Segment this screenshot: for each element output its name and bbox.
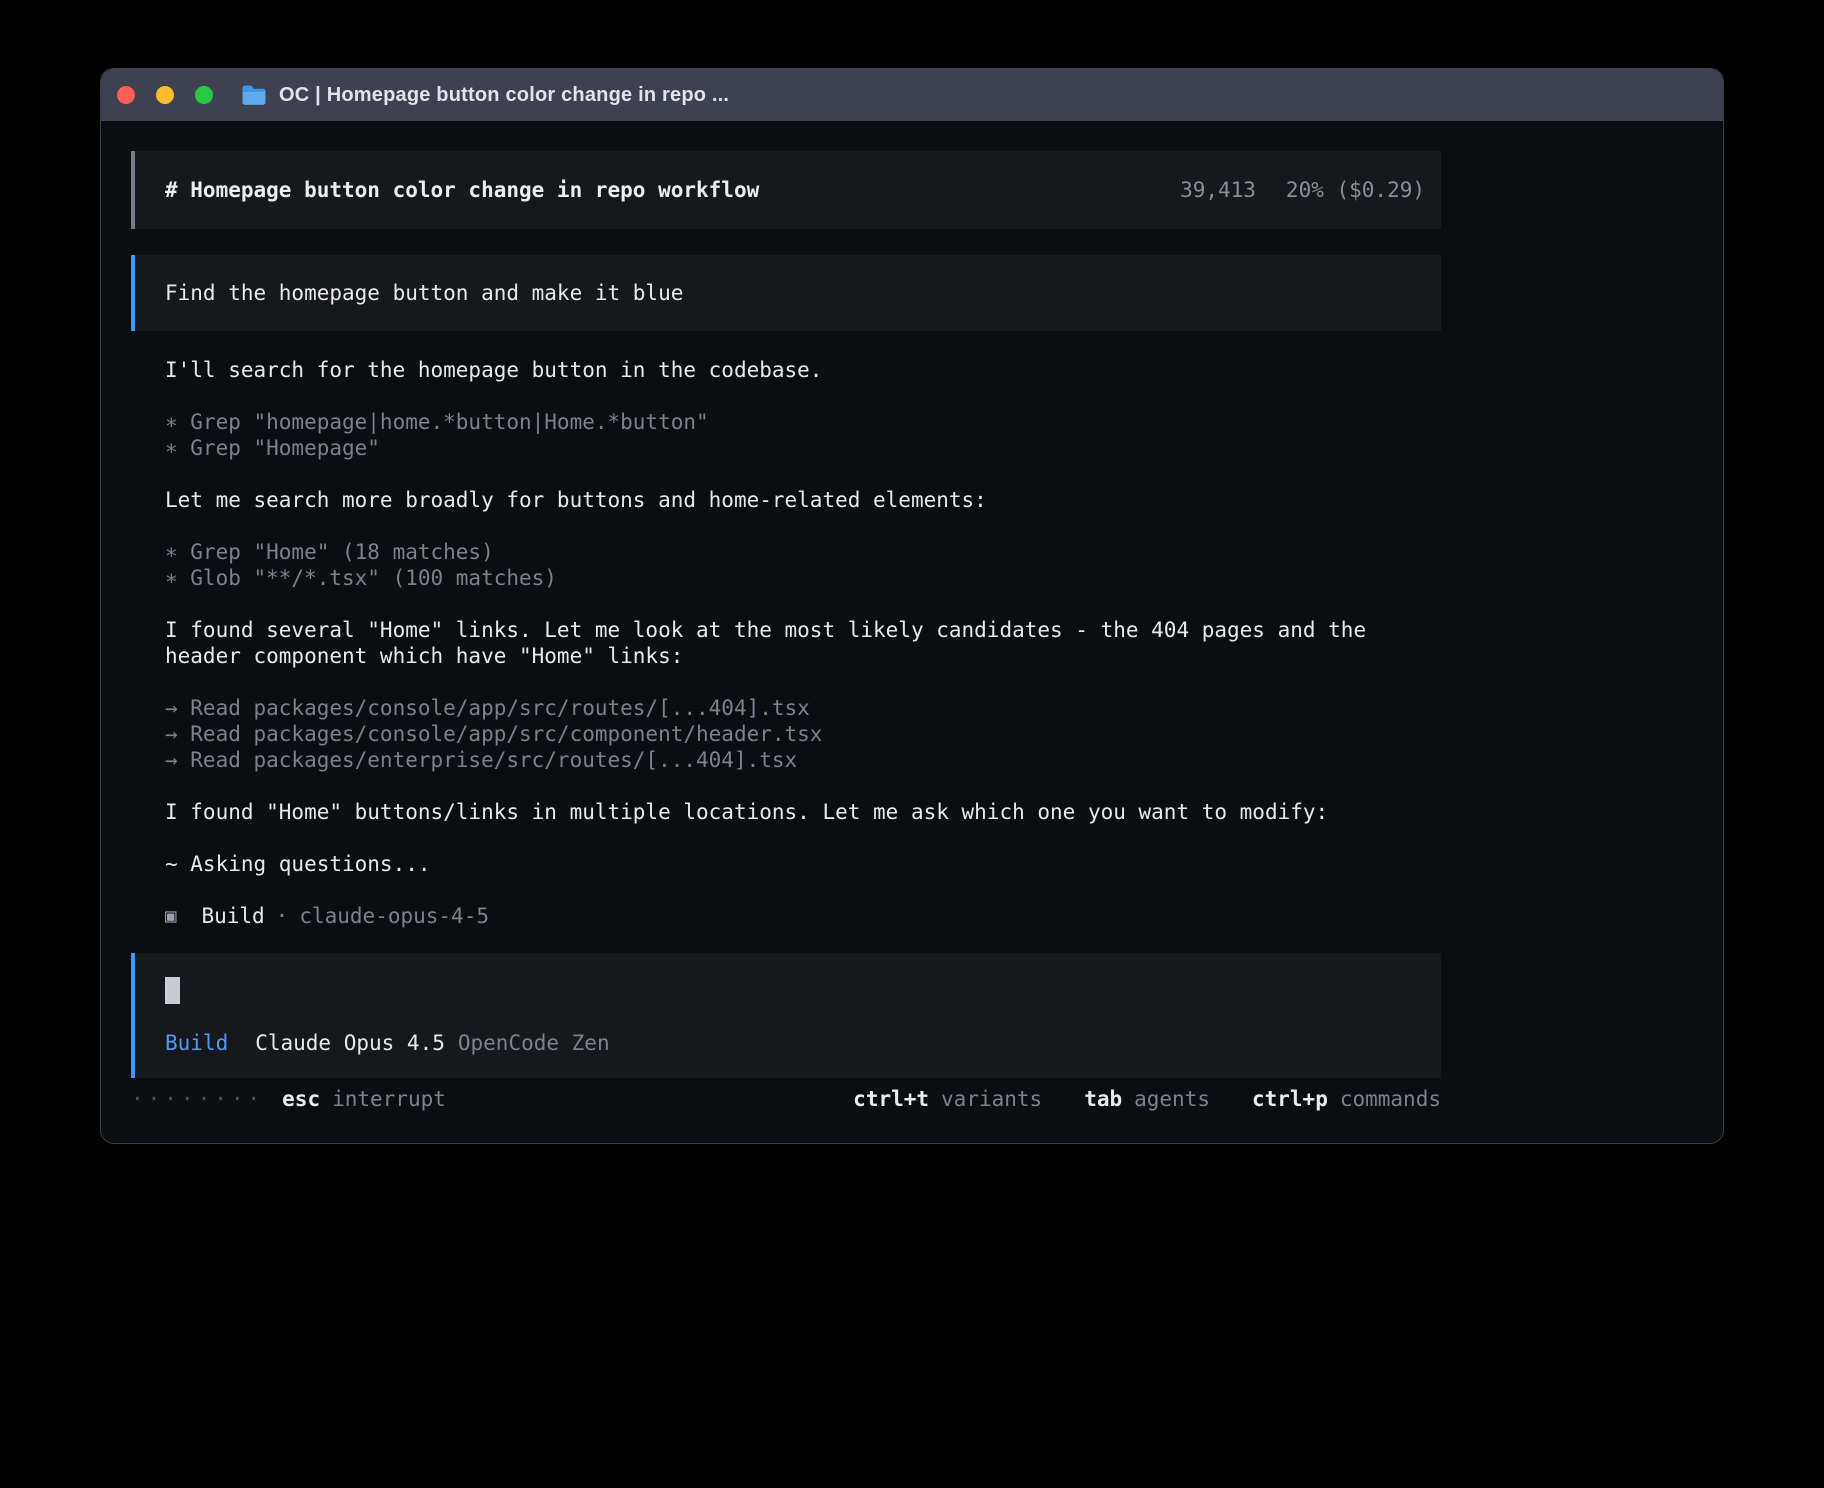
session-title: # Homepage button color change in repo w… [165, 177, 759, 203]
text-cursor [165, 977, 180, 1004]
commands-shortcut[interactable]: ctrl+p commands [1252, 1086, 1441, 1112]
input-footer: Build Claude Opus 4.5 OpenCode Zen [165, 1030, 1411, 1056]
user-message-text: Find the homepage button and make it blu… [165, 280, 683, 306]
assistant-text: I'll search for the homepage button in t… [165, 357, 1441, 383]
terminal-body: # Homepage button color change in repo w… [101, 121, 1723, 1112]
variants-label: variants [941, 1086, 1042, 1112]
zoom-button[interactable] [195, 86, 213, 104]
tool-call-grep: ∗ Grep "Homepage" [165, 435, 1441, 461]
assistant-text: Let me search more broadly for buttons a… [165, 487, 1441, 513]
agent-name: Build [201, 903, 264, 929]
model-indicator[interactable]: Claude Opus 4.5 [255, 1030, 445, 1056]
assistant-text: I found several "Home" links. Let me loo… [165, 617, 1441, 669]
traffic-lights [117, 86, 213, 104]
agents-shortcut[interactable]: tab agents [1084, 1086, 1210, 1112]
tool-call-read: → Read packages/enterprise/src/routes/[.… [165, 747, 1441, 773]
folder-icon [241, 84, 267, 106]
user-message: Find the homepage button and make it blu… [131, 255, 1441, 331]
provider-indicator: OpenCode Zen [458, 1030, 610, 1056]
mode-indicator[interactable]: Build [165, 1030, 228, 1056]
asking-questions-status: ~ Asking questions... [165, 851, 1441, 877]
agent-icon: ▣ [165, 903, 176, 929]
ctrl-t-key: ctrl+t [853, 1086, 929, 1112]
tab-key: tab [1084, 1086, 1122, 1112]
tool-call-grep: ∗ Grep "Home" (18 matches) [165, 539, 1441, 565]
session-stats: 39,413 20% ($0.29) [1180, 177, 1425, 203]
agent-model: claude-opus-4-5 [299, 903, 489, 929]
ctrl-p-key: ctrl+p [1252, 1086, 1328, 1112]
token-count: 39,413 [1180, 177, 1256, 203]
status-bar: ········ esc interrupt ctrl+t variants t… [131, 1086, 1441, 1112]
activity-dots: ········ [131, 1086, 264, 1112]
context-usage: 20% ($0.29) [1286, 177, 1425, 203]
tool-call-glob: ∗ Glob "**/*.tsx" (100 matches) [165, 565, 1441, 591]
agent-status-line: ▣ Build · claude-opus-4-5 [165, 903, 1441, 929]
agent-separator: · [276, 903, 289, 929]
assistant-text: I found "Home" buttons/links in multiple… [165, 799, 1441, 825]
window-title: OC | Homepage button color change in rep… [279, 84, 729, 107]
esc-key-hint[interactable]: esc [282, 1086, 320, 1112]
interrupt-label: interrupt [332, 1086, 446, 1112]
tool-call-grep: ∗ Grep "homepage|home.*button|Home.*butt… [165, 409, 1441, 435]
prompt-input[interactable]: Build Claude Opus 4.5 OpenCode Zen [131, 953, 1441, 1078]
commands-label: commands [1340, 1086, 1441, 1112]
agents-label: agents [1134, 1086, 1210, 1112]
conversation-transcript: I'll search for the homepage button in t… [131, 357, 1441, 929]
tool-call-read: → Read packages/console/app/src/routes/[… [165, 695, 1441, 721]
window-titlebar[interactable]: OC | Homepage button color change in rep… [101, 69, 1723, 121]
minimize-button[interactable] [156, 86, 174, 104]
variants-shortcut[interactable]: ctrl+t variants [853, 1086, 1042, 1112]
tool-call-read: → Read packages/console/app/src/componen… [165, 721, 1441, 747]
close-button[interactable] [117, 86, 135, 104]
terminal-window: OC | Homepage button color change in rep… [100, 68, 1724, 1144]
session-header: # Homepage button color change in repo w… [131, 151, 1441, 229]
